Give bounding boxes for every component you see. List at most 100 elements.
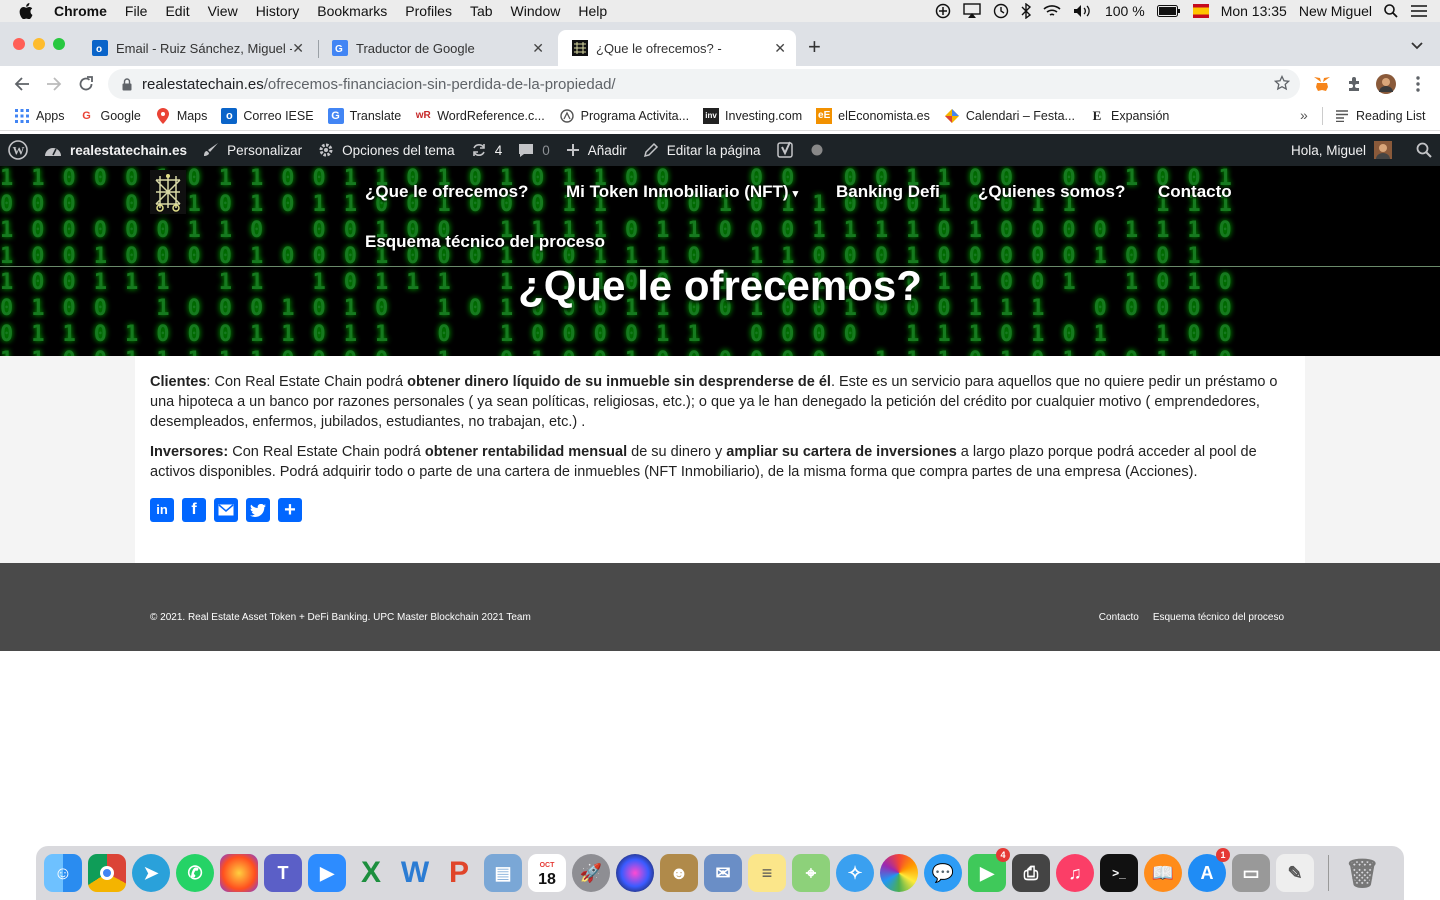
firefox-icon[interactable] [220, 854, 258, 892]
bookmark-investing[interactable]: inv Investing.com [703, 107, 802, 124]
tab-close-icon[interactable]: ✕ [292, 40, 304, 57]
new-tab-icon[interactable]: + [808, 34, 821, 60]
nav-que-le-ofrecemos[interactable]: ¿Que le ofrecemos? [365, 182, 528, 202]
menu-file[interactable]: File [125, 3, 148, 19]
time-machine-icon[interactable] [993, 3, 1009, 19]
wp-updates[interactable]: 4 [471, 142, 502, 158]
whatsapp-icon[interactable]: ✆ [176, 854, 214, 892]
siri-icon[interactable] [616, 854, 654, 892]
tab-close-icon[interactable]: ✕ [774, 40, 786, 57]
music-icon[interactable]: ♫ [1056, 854, 1094, 892]
word-icon[interactable]: W [396, 854, 434, 892]
window-close-button[interactable] [13, 38, 25, 50]
nav-mi-token-inmobiliario[interactable]: Mi Token Inmobiliario (NFT) ▾ [566, 182, 798, 202]
email-icon[interactable] [214, 498, 238, 522]
twitter-icon[interactable] [246, 498, 270, 522]
nav-contacto[interactable]: Contacto [1158, 182, 1232, 202]
window-zoom-button[interactable] [53, 38, 65, 50]
reload-icon[interactable] [74, 72, 98, 96]
menu-history[interactable]: History [256, 3, 300, 19]
trash-icon[interactable]: 🗑 [1343, 854, 1381, 892]
wordpress-logo-icon[interactable]: W [8, 140, 28, 160]
footer-link-esquema[interactable]: Esquema técnico del proceso [1153, 612, 1284, 623]
wp-theme-options[interactable]: Opciones del tema [318, 142, 455, 158]
volume-icon[interactable] [1073, 4, 1093, 18]
wp-my-account[interactable]: Hola, Miguel [1291, 141, 1400, 159]
mail-stamp-icon[interactable]: ✉ [704, 854, 742, 892]
lock-icon[interactable] [122, 77, 132, 91]
footer-link-contacto[interactable]: Contacto [1099, 612, 1139, 623]
textedit-icon[interactable]: ✎ [1276, 854, 1314, 892]
powerpoint-icon[interactable]: P [440, 854, 478, 892]
app-store-icon[interactable]: A1 [1188, 848, 1230, 892]
printer-icon[interactable]: ⎙ [1012, 854, 1050, 892]
wp-edit-page[interactable]: Editar la página [643, 142, 761, 158]
bookmark-calendari[interactable]: Calendari – Festa... [944, 108, 1075, 124]
nav-esquema-tecnico[interactable]: Esquema técnico del proceso [365, 232, 605, 252]
notes-icon[interactable]: ≡ [748, 854, 786, 892]
control-center-icon[interactable] [1410, 4, 1428, 18]
menu-view[interactable]: View [208, 3, 238, 19]
telegram-icon[interactable]: ➤ [132, 854, 170, 892]
menubar-clock[interactable]: Mon 13:35 [1221, 3, 1287, 19]
yoast-seo-icon[interactable] [776, 141, 795, 159]
bookmark-google[interactable]: G Google [79, 108, 141, 124]
chrome-icon[interactable] [88, 854, 126, 892]
nav-quienes-somos[interactable]: ¿Quienes somos? [978, 182, 1125, 202]
reading-list-button[interactable]: Reading List [1334, 108, 1426, 124]
wp-customize[interactable]: Personalizar [203, 142, 302, 158]
more-bookmarks-icon[interactable]: » [1300, 107, 1308, 123]
tab-que-le-ofrecemos[interactable]: ¿Que le ofrecemos? - ✕ [558, 30, 796, 66]
bookmark-wordreference[interactable]: wR WordReference.c... [415, 108, 545, 124]
bookmark-programa-activita[interactable]: Programa Activita... [559, 108, 689, 124]
menu-app-name[interactable]: Chrome [54, 3, 107, 19]
wp-add-new[interactable]: Añadir [566, 143, 627, 158]
airplay-icon[interactable] [963, 3, 981, 19]
calendar-icon[interactable]: OCT 18 [528, 854, 566, 892]
safari-icon[interactable]: ✧ [836, 854, 874, 892]
finder-icon[interactable]: ☺ [44, 854, 82, 892]
wifi-icon[interactable] [1043, 4, 1061, 18]
menu-profiles[interactable]: Profiles [405, 3, 452, 19]
wp-site-name[interactable]: realestatechain.es [44, 143, 187, 158]
maps-icon[interactable]: ⌖ [792, 854, 830, 892]
battery-icon[interactable] [1156, 5, 1181, 17]
tab-search-icon[interactable] [1410, 38, 1424, 56]
metamask-extension-icon[interactable] [1310, 72, 1334, 96]
tab-close-icon[interactable]: ✕ [532, 40, 544, 57]
vpn-icon[interactable] [935, 3, 951, 19]
site-logo-icon[interactable] [150, 170, 186, 214]
scanner-icon[interactable]: ▭ [1232, 854, 1270, 892]
launchpad-rocket-icon[interactable]: 🚀 [572, 854, 610, 892]
bookmark-apps[interactable]: Apps [14, 108, 65, 124]
excel-icon[interactable]: X [352, 854, 390, 892]
chrome-menu-icon[interactable] [1406, 72, 1430, 96]
facetime-icon[interactable]: ▶ 4 [968, 848, 1010, 892]
forward-arrow-icon[interactable] [42, 72, 66, 96]
profile-avatar[interactable] [1374, 72, 1398, 96]
bluetooth-icon[interactable] [1021, 3, 1031, 19]
terminal-icon[interactable]: >_ [1100, 854, 1138, 892]
bookmark-eleconomista[interactable]: eE elEconomista.es [816, 107, 930, 124]
share-plus-icon[interactable]: + [278, 498, 302, 522]
bookmark-star-icon[interactable] [1273, 74, 1291, 95]
menu-tab[interactable]: Tab [470, 3, 493, 19]
tab-translate[interactable]: G Traductor de Google ✕ [318, 30, 554, 66]
contacts-icon[interactable]: ☻ [660, 854, 698, 892]
extensions-puzzle-icon[interactable] [1342, 72, 1366, 96]
menu-window[interactable]: Window [511, 3, 561, 19]
window-minimize-button[interactable] [33, 38, 45, 50]
tab-email[interactable]: o Email - Ruiz Sánchez, Miguel - ✕ [78, 30, 314, 66]
spotlight-search-icon[interactable] [1384, 4, 1398, 18]
spanish-flag-icon[interactable] [1192, 4, 1209, 18]
facebook-icon[interactable]: f [182, 498, 206, 522]
menubar-user[interactable]: New Miguel [1299, 3, 1372, 19]
bookmark-maps[interactable]: Maps [155, 107, 207, 124]
teams-icon[interactable]: T [264, 854, 302, 892]
bookmark-translate[interactable]: G Translate [327, 107, 401, 124]
books-icon[interactable]: 📖 [1144, 854, 1182, 892]
photos-icon[interactable] [880, 854, 918, 892]
wp-search-icon[interactable] [1416, 142, 1432, 158]
nav-banking-defi[interactable]: Banking Defi [836, 182, 940, 202]
menu-edit[interactable]: Edit [165, 3, 189, 19]
